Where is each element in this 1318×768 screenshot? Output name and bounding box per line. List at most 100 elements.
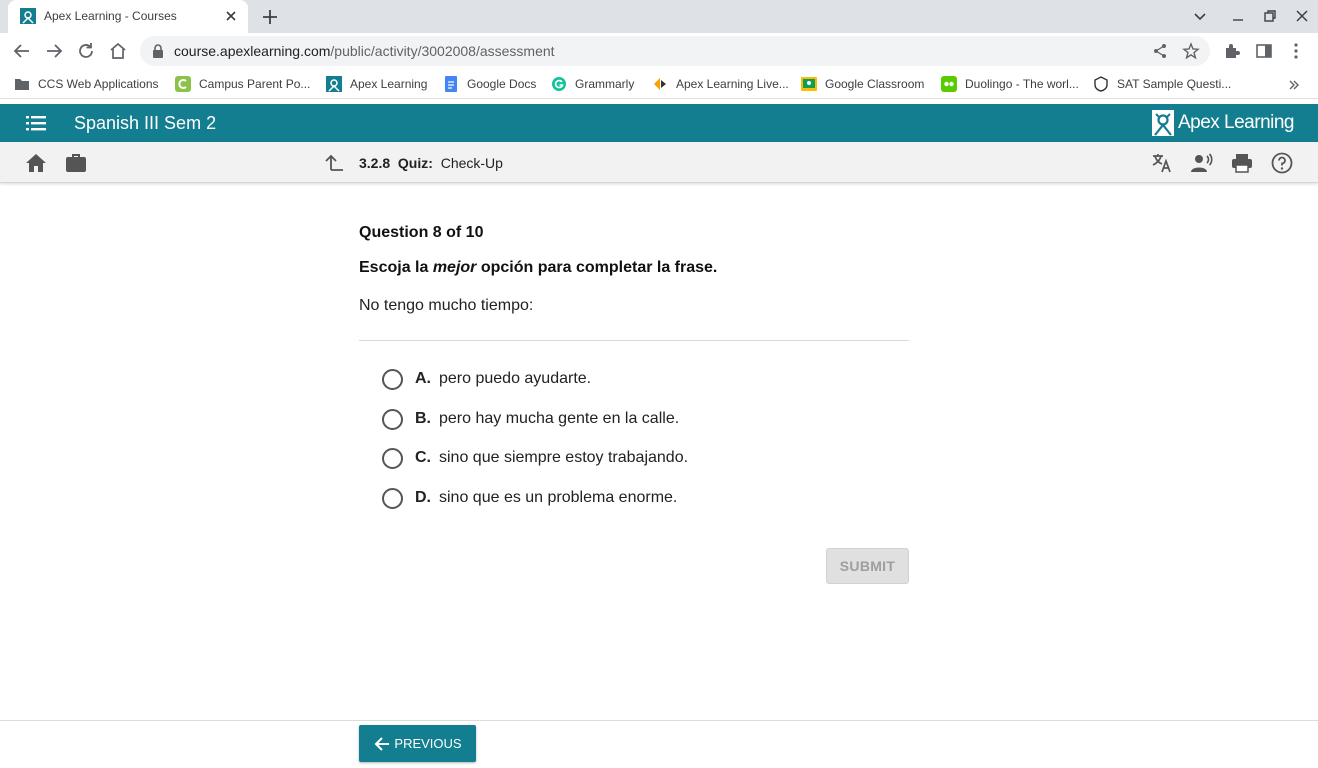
bookmark-star-icon[interactable] — [1182, 42, 1200, 60]
new-tab-icon[interactable] — [260, 7, 280, 27]
apex-favicon-icon — [20, 8, 36, 24]
classroom-icon — [801, 77, 817, 91]
previous-button[interactable]: PREVIOUS — [359, 725, 476, 762]
translate-icon[interactable] — [1151, 152, 1173, 174]
apex-icon — [326, 76, 342, 92]
url-text[interactable]: course.apexlearning.com/public/activity/… — [174, 43, 555, 59]
answer-option-d[interactable]: D. sino que es un problema enorme. — [382, 486, 677, 510]
option-text: pero hay mucha gente en la calle. — [439, 410, 680, 427]
url-path: /public/activity/3002008/assessment — [330, 43, 555, 59]
browser-tab-active[interactable]: Apex Learning - Courses — [8, 0, 248, 33]
bookmark-campus-parent[interactable]: Campus Parent Po... — [175, 75, 310, 93]
briefcase-icon[interactable] — [65, 152, 87, 174]
option-text: pero puedo ayudarte. — [439, 370, 592, 387]
restore-icon[interactable] — [1262, 8, 1278, 24]
lock-icon[interactable] — [152, 44, 164, 58]
instruction-text: opción para completar la frase. — [476, 259, 718, 276]
course-title: Spanish III Sem 2 — [74, 113, 217, 133]
url-host: course.apexlearning.com — [174, 43, 331, 59]
close-window-icon[interactable] — [1294, 8, 1310, 24]
divider — [359, 340, 909, 341]
question-counter: Question 8 of 10 — [359, 224, 484, 241]
option-letter: D. — [415, 489, 431, 506]
bookmark-apex-learning-live[interactable]: Apex Learning Live... — [652, 75, 789, 93]
option-text: sino que siempre estoy trabajando. — [439, 449, 689, 466]
up-level-arrow-icon[interactable] — [323, 152, 345, 174]
activity-toolbar: 3.2.8 Quiz: Check-Up — [0, 142, 1318, 183]
back-icon[interactable] — [12, 41, 32, 61]
sat-icon — [1094, 76, 1108, 92]
text-to-speech-icon[interactable] — [1191, 152, 1213, 174]
bookmark-apex-learning[interactable]: Apex Learning — [326, 75, 427, 93]
option-letter: B. — [415, 410, 431, 427]
bookmark-sat-sample[interactable]: SAT Sample Questi... — [1093, 75, 1231, 93]
home-icon[interactable] — [108, 41, 128, 61]
tab-close-icon[interactable] — [222, 7, 240, 25]
logo-text: Apex Learning — [1177, 112, 1295, 133]
radio-button[interactable] — [382, 368, 403, 390]
more-menu-icon[interactable] — [1287, 42, 1305, 60]
option-letter: C. — [415, 449, 431, 466]
bookmark-label: Google Classroom — [825, 77, 925, 91]
radio-button[interactable] — [382, 487, 403, 509]
bookmark-google-docs[interactable]: Google Docs — [443, 75, 536, 93]
instruction-emphasis: mejor — [432, 259, 477, 276]
folder-icon — [15, 79, 29, 90]
question-instruction: Escoja la mejor opción para completar la… — [359, 259, 717, 277]
reload-icon[interactable] — [76, 41, 96, 61]
campus-icon — [175, 76, 191, 92]
activity-title: Check-Up — [440, 155, 503, 171]
bookmark-google-classroom[interactable]: Google Classroom — [801, 75, 924, 93]
bookmark-ccs-web-applications[interactable]: CCS Web Applications — [14, 75, 159, 93]
answer-option-b[interactable]: B. pero hay mucha gente en la calle. — [382, 407, 679, 431]
apex-learning-logo: Apex Learning — [1151, 110, 1295, 136]
activity-number: 3.2.8 — [359, 155, 391, 171]
minimize-icon[interactable] — [1230, 8, 1246, 24]
bookmark-label: Apex Learning Live... — [676, 77, 789, 91]
bookmark-grammarly[interactable]: Grammarly — [551, 75, 634, 93]
question-prompt: No tengo mucho tiempo: — [359, 297, 534, 314]
home-icon[interactable] — [25, 152, 47, 174]
extensions-icon[interactable] — [1223, 42, 1241, 60]
bookmarks-bar: CCS Web Applications Campus Parent Po...… — [0, 69, 1318, 99]
previous-label: PREVIOUS — [394, 736, 462, 751]
help-icon[interactable] — [1271, 152, 1293, 174]
docs-icon — [445, 76, 457, 92]
menu-list-icon[interactable] — [26, 114, 46, 132]
browser-toolbar: course.apexlearning.com/public/activity/… — [0, 33, 1318, 69]
forward-icon[interactable] — [44, 41, 64, 61]
bookmarks-overflow-icon[interactable] — [1288, 79, 1300, 91]
share-icon[interactable] — [1152, 43, 1168, 59]
print-icon[interactable] — [1231, 152, 1253, 174]
footer-divider — [0, 720, 1318, 721]
bookmark-label: Grammarly — [575, 77, 635, 91]
apex-logo-mark-icon — [1151, 110, 1174, 136]
tab-title: Apex Learning - Courses — [44, 9, 177, 23]
submit-button[interactable]: SUBMIT — [826, 548, 909, 584]
bookmark-duolingo[interactable]: Duolingo - The worl... — [941, 75, 1079, 93]
tab-search-icon[interactable] — [1192, 8, 1208, 24]
activity-type: Quiz: — [397, 155, 433, 171]
side-panel-icon[interactable] — [1255, 42, 1273, 60]
option-letter: A. — [415, 370, 431, 387]
activity-breadcrumb: 3.2.8 Quiz: Check-Up — [359, 155, 503, 171]
grammarly-icon — [552, 77, 566, 91]
apex-live-icon — [654, 78, 666, 90]
bookmark-label: Google Docs — [467, 77, 537, 91]
radio-button[interactable] — [382, 447, 403, 469]
instruction-text: Escoja la — [359, 259, 433, 276]
address-bar[interactable]: course.apexlearning.com/public/activity/… — [140, 36, 1210, 66]
bookmark-label: CCS Web Applications — [38, 77, 159, 91]
bookmark-label: Duolingo - The worl... — [965, 77, 1079, 91]
bookmark-label: SAT Sample Questi... — [1117, 77, 1232, 91]
radio-button[interactable] — [382, 408, 403, 430]
bookmark-label: Apex Learning — [350, 77, 428, 91]
answer-option-c[interactable]: C. sino que siempre estoy trabajando. — [382, 446, 688, 470]
duolingo-icon — [941, 76, 957, 92]
answer-option-a[interactable]: A. pero puedo ayudarte. — [382, 367, 591, 391]
arrow-left-icon — [374, 736, 390, 751]
course-header-bar: Spanish III Sem 2 Apex Learning — [0, 104, 1318, 142]
bookmark-label: Campus Parent Po... — [199, 77, 311, 91]
option-text: sino que es un problema enorme. — [439, 489, 678, 506]
browser-tab-strip: Apex Learning - Courses — [0, 0, 1318, 33]
